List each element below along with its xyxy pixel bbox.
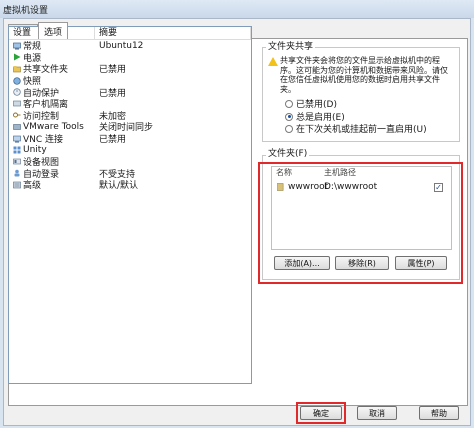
folders-group-label: 文件夹(F) <box>266 149 310 159</box>
warning-text-block: 共享文件夹会将您的文件显示给虚拟机中的程序。这可能为您的计算机和数据带来风险。请… <box>268 56 453 94</box>
settings-row-name-cell: 访问控制 <box>9 109 95 122</box>
tab-options[interactable]: 选项 <box>38 22 69 39</box>
snapshot-icon <box>13 76 21 85</box>
settings-row[interactable]: VMware Tools 关闭时间同步 <box>9 121 251 133</box>
folder-sharing-label: 文件夹共享 <box>266 42 316 52</box>
title-bar: 虚拟机设置 <box>0 0 474 18</box>
settings-row[interactable]: 共享文件夹 已禁用 <box>9 63 251 75</box>
settings-row[interactable]: 自动登录 不受支持 <box>9 168 251 180</box>
radio-until-poweroff-label: 在下次关机或挂起前一直启用(U) <box>296 125 427 135</box>
settings-row[interactable]: 常规 Ubuntu12 <box>9 40 251 52</box>
radio-always-enabled-dot[interactable] <box>285 112 293 121</box>
settings-row-summary: Ubuntu12 <box>99 40 144 51</box>
cancel-button[interactable]: 取消 <box>357 406 397 420</box>
settings-row-label: 高级 <box>23 181 42 192</box>
unity-icon <box>13 146 21 154</box>
column-header-summary[interactable]: 摘要 <box>95 27 251 39</box>
settings-row-label: Unity <box>23 145 47 156</box>
vnc-icon <box>13 135 21 143</box>
access-control-icon <box>13 112 21 118</box>
settings-row-summary: 已禁用 <box>99 135 127 146</box>
warning-icon <box>268 57 278 66</box>
settings-row[interactable]: VNC 连接 已禁用 <box>9 133 251 145</box>
settings-row[interactable]: Unity <box>9 144 251 156</box>
autoprotect-icon <box>13 88 21 96</box>
settings-row[interactable]: 访问控制 未加密 <box>9 110 251 122</box>
device-view-icon <box>13 158 21 165</box>
settings-row[interactable]: 高级 默认/默认 <box>9 179 251 191</box>
settings-row[interactable]: 快照 <box>9 75 251 87</box>
radio-disabled-label: 已禁用(D) <box>296 100 337 110</box>
settings-row[interactable]: 设备视图 <box>9 156 251 168</box>
radio-until-poweroff-dot[interactable] <box>285 124 293 133</box>
general-icon <box>13 42 21 50</box>
folders-highlight-box <box>258 162 463 284</box>
settings-row-label: VNC 连接 <box>23 135 64 146</box>
vmware-tools-icon <box>13 124 21 130</box>
settings-row-summary: 已禁用 <box>99 88 127 99</box>
isolation-icon <box>13 100 21 107</box>
window-title: 虚拟机设置 <box>3 5 49 16</box>
radio-until-poweroff[interactable]: 在下次关机或挂起前一直启用(U) <box>285 123 427 135</box>
warning-text: 共享文件夹会将您的文件显示给虚拟机中的程序。这可能为您的计算机和数据带来风险。请… <box>280 56 448 94</box>
settings-row[interactable]: 电源 <box>9 52 251 64</box>
help-button[interactable]: 帮助 <box>419 406 459 420</box>
settings-row-label: VMware Tools <box>23 121 84 132</box>
settings-row-name-cell: 高级 <box>9 178 95 191</box>
settings-row-name-cell: VMware Tools <box>9 122 95 132</box>
radio-disabled-dot[interactable] <box>285 99 293 108</box>
settings-row[interactable]: 自动保护 已禁用 <box>9 86 251 99</box>
power-play-icon <box>14 53 21 61</box>
shared-folder-icon <box>13 65 21 73</box>
settings-row[interactable]: 客户机隔离 <box>9 98 251 110</box>
advanced-icon <box>13 181 21 189</box>
settings-row-summary: 默认/默认 <box>99 181 139 192</box>
radio-disabled[interactable]: 已禁用(D) <box>285 98 337 110</box>
radio-always-enabled[interactable]: 总是启用(E) <box>285 111 345 123</box>
settings-row-label: 访问控制 <box>23 111 60 122</box>
ok-highlight-box <box>296 402 346 424</box>
settings-row-summary: 已禁用 <box>99 65 127 76</box>
settings-row-name-cell: Unity <box>9 145 95 155</box>
settings-row-name-cell: VNC 连接 <box>9 132 95 145</box>
autologin-icon <box>14 170 20 177</box>
settings-list[interactable]: 设置 摘要 常规 Ubuntu12 电源 共享文件夹 已禁用 快照 自动保护 已禁用 客户机隔离… <box>8 26 252 384</box>
